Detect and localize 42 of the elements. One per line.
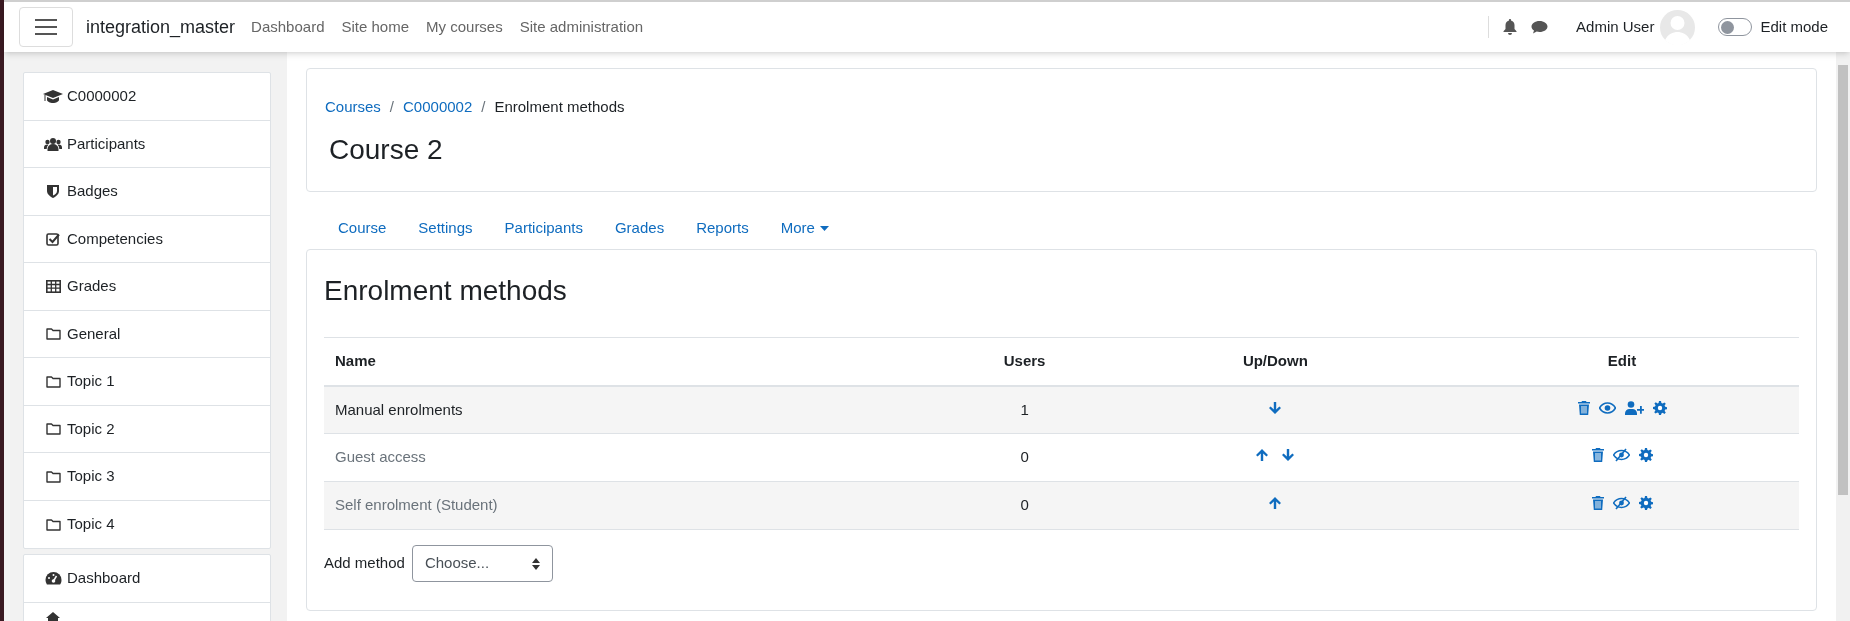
page-title: Enrolment methods [324,274,568,308]
sidebar-item[interactable]: Badges [24,168,270,216]
nav-link[interactable]: My courses [426,15,503,39]
sidebar-item[interactable]: Topic 4 [24,500,270,548]
tab[interactable]: Course [322,217,403,240]
method-name: Manual enrolments [335,400,463,418]
sidebar-item[interactable]: Participants [24,120,270,168]
sidebar-item[interactable]: Topic 1 [24,358,270,406]
column-header: Up/Down [1105,337,1445,386]
user-count: 1 [1020,400,1029,418]
column-header: Edit [1445,337,1799,386]
method-name: Self enrolment (Student) [335,496,498,514]
sidebar-item[interactable]: Topic 3 [24,453,270,501]
sidebar-item[interactable]: Grades [24,263,270,311]
nav-link[interactable]: Site administration [519,15,644,39]
column-header: Name [324,337,944,386]
breadcrumb-separator: / [389,97,395,117]
user-count: 0 [1020,496,1029,514]
tab[interactable]: Grades [598,217,681,240]
sidebar-item[interactable]: Topic 2 [24,405,270,453]
nav-link[interactable]: Site home [341,15,410,39]
method-name: Guest access [335,448,426,466]
sidebar-item[interactable]: General [24,310,270,358]
tab[interactable]: More [764,217,845,240]
breadcrumb-current: Enrolment methods [494,97,625,117]
site-name[interactable]: integration_master [86,13,236,41]
user-name[interactable]: Admin User [1576,15,1655,39]
nav-link[interactable]: Dashboard [251,15,325,39]
tab[interactable]: Participants [488,217,599,240]
add-method-label: Add method [324,553,405,574]
sidebar-item[interactable]: Competencies [24,215,270,263]
course-title: Course 2 [329,132,444,167]
breadcrumb-link[interactable]: Courses [325,96,381,119]
column-header: Users [943,337,1106,386]
tab[interactable]: Reports [680,217,765,240]
breadcrumb-link[interactable]: C0000002 [403,96,473,119]
edit-mode-label: Edit mode [1760,16,1828,37]
sidebar-item[interactable]: C0000002 [24,73,270,121]
tab[interactable]: Settings [402,217,489,240]
user-count: 0 [1020,448,1029,466]
breadcrumb-separator: / [481,97,486,117]
add-method-select[interactable]: Choose... [411,545,553,582]
